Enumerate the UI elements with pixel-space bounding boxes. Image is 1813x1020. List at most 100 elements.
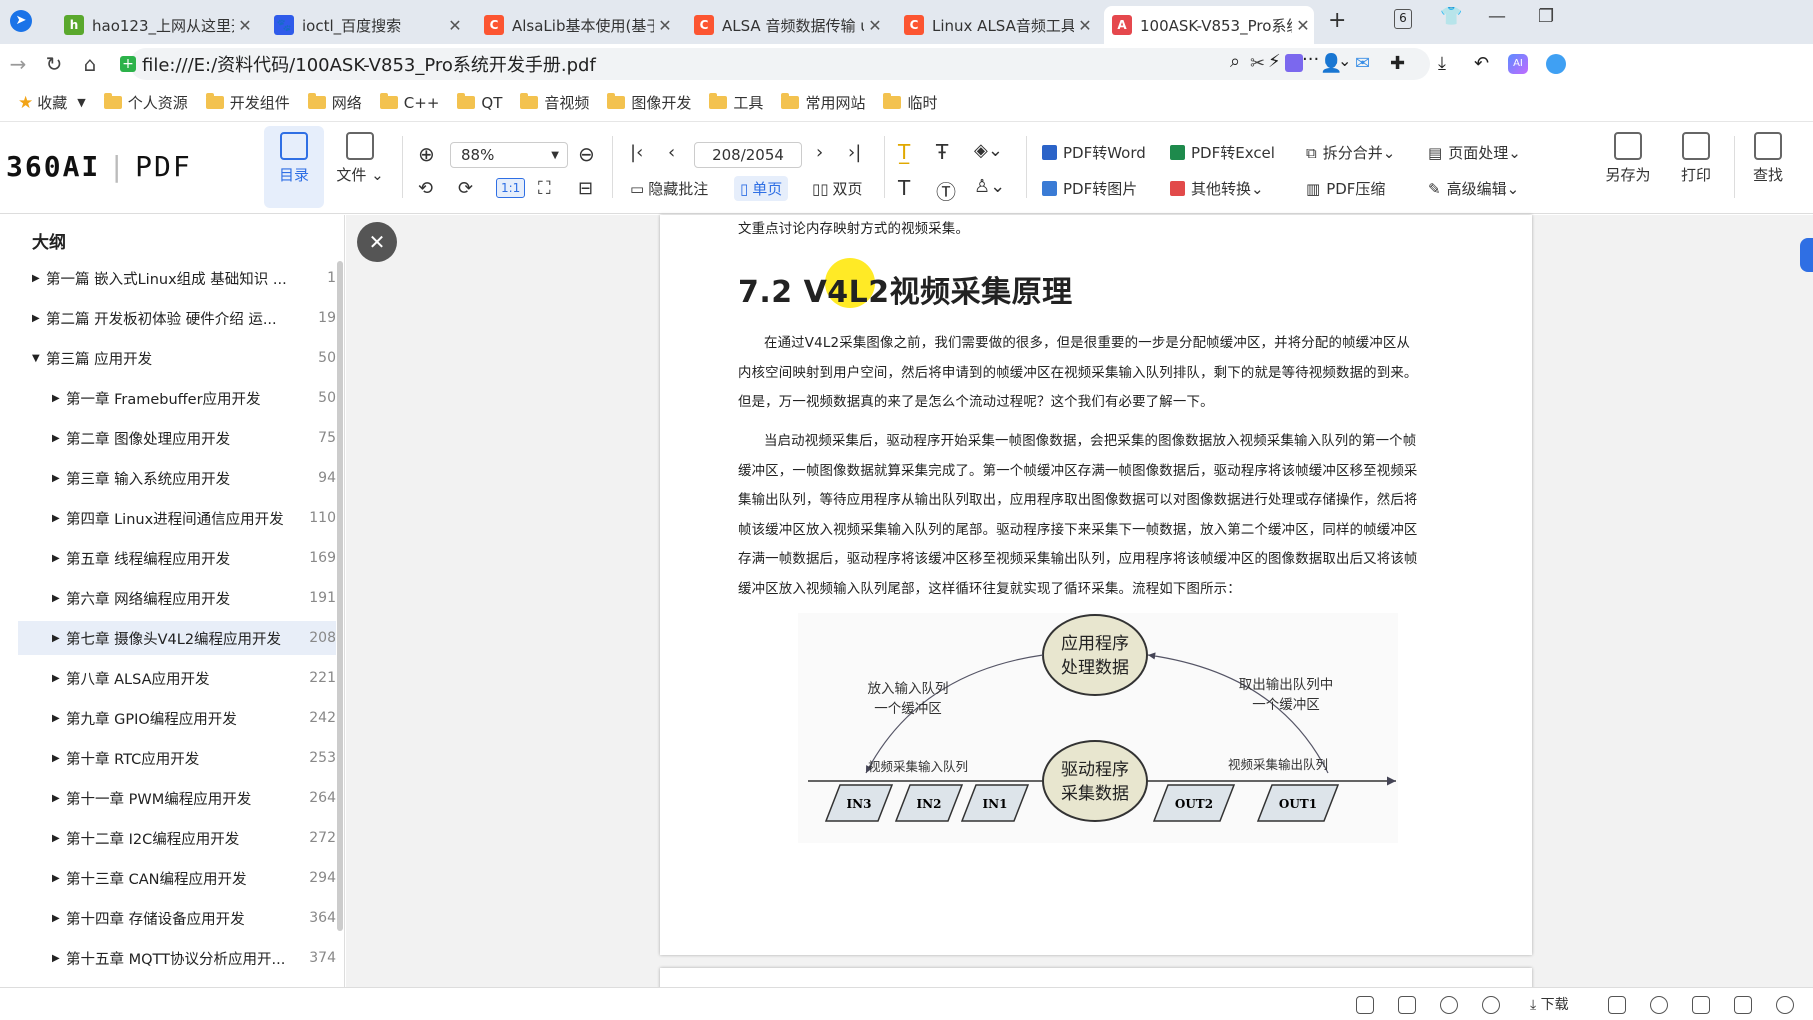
pdf-to-image-button[interactable]: PDF转图片 bbox=[1042, 178, 1137, 199]
split-merge-button[interactable]: ⧉ 拆分合并 ⌄ bbox=[1306, 142, 1395, 163]
caret-right-icon[interactable]: ▶ bbox=[52, 553, 66, 564]
caret-right-icon[interactable]: ▶ bbox=[52, 713, 66, 724]
window-icon[interactable] bbox=[1692, 996, 1710, 1014]
file-button[interactable]: 文件 ⌄ bbox=[330, 126, 390, 185]
caret-down-icon[interactable]: ▼ bbox=[32, 353, 46, 364]
bookmark-folder[interactable]: 网络 bbox=[307, 92, 362, 113]
outline-item[interactable]: ▶ 第一篇 嵌入式Linux组成 基础知识 ... 1 bbox=[0, 261, 336, 295]
scissors-icon[interactable]: ✂ bbox=[1250, 53, 1265, 74]
caret-right-icon[interactable]: ▶ bbox=[52, 873, 66, 884]
maximize-icon[interactable]: ❐ bbox=[1538, 6, 1554, 27]
heart-icon[interactable] bbox=[1440, 996, 1458, 1014]
tab-alsa-transfer[interactable]: C ALSA 音频数据传输 und✕ bbox=[686, 6, 886, 44]
caret-right-icon[interactable]: ▶ bbox=[52, 673, 66, 684]
next-page-icon[interactable]: › bbox=[816, 142, 823, 163]
bookmark-folder[interactable]: 音视频 bbox=[520, 92, 589, 113]
caret-right-icon[interactable]: ▶ bbox=[52, 753, 66, 764]
ai-icon[interactable]: AI bbox=[1508, 54, 1528, 74]
outline-item[interactable]: ▶ 第十四章 存储设备应用开发 364 bbox=[0, 901, 336, 935]
pdf-to-word-button[interactable]: PDF转Word bbox=[1042, 142, 1146, 163]
download-button[interactable]: ⤓ 下载 bbox=[1530, 994, 1569, 1014]
game-icon[interactable] bbox=[1608, 996, 1626, 1014]
double-page-button[interactable]: ▯▯ 双页 bbox=[812, 178, 863, 199]
close-icon[interactable]: ✕ bbox=[1074, 16, 1096, 35]
rocket-icon[interactable] bbox=[1482, 996, 1500, 1014]
page-process-button[interactable]: ▤ 页面处理 ⌄ bbox=[1428, 142, 1521, 163]
strikethrough-icon[interactable]: Ŧ bbox=[936, 140, 948, 164]
advanced-edit-button[interactable]: ✎ 高级编辑 ⌄ bbox=[1428, 178, 1519, 199]
speaker-icon[interactable] bbox=[1734, 996, 1752, 1014]
caret-right-icon[interactable]: ▶ bbox=[32, 313, 46, 324]
first-page-icon[interactable]: |‹ bbox=[630, 142, 643, 163]
outline-item[interactable]: ▶ 第十三章 CAN编程应用开发 294 bbox=[0, 861, 336, 895]
outline-item[interactable]: ▼ 第三篇 应用开发 50 bbox=[0, 341, 336, 375]
rotate-left-icon[interactable]: ⟲ bbox=[418, 178, 433, 199]
single-page-button[interactable]: ▯ 单页 bbox=[734, 176, 789, 201]
bookmark-folder[interactable]: 图像开发 bbox=[607, 92, 691, 113]
bookmark-folder[interactable]: C++ bbox=[379, 93, 439, 112]
other-convert-button[interactable]: 其他转换 ⌄ bbox=[1170, 178, 1264, 199]
tab-pdf[interactable]: A 100ASK-V853_Pro系统 ✕ bbox=[1104, 6, 1314, 44]
more-icon[interactable]: ··· bbox=[1302, 49, 1319, 70]
print-button[interactable]: 打印 bbox=[1666, 126, 1726, 185]
outline-button[interactable]: 目录 bbox=[264, 126, 324, 208]
prev-page-icon[interactable]: ‹ bbox=[668, 142, 675, 163]
caret-right-icon[interactable]: ▶ bbox=[52, 513, 66, 524]
caret-right-icon[interactable]: ▶ bbox=[52, 433, 66, 444]
stamp-icon[interactable]: ♙⌄ bbox=[974, 176, 1005, 197]
outline-item[interactable]: ▶ 第一章 Framebuffer应用开发 50 bbox=[0, 381, 336, 415]
fill-color-icon[interactable]: ◈⌄ bbox=[974, 140, 1003, 161]
new-tab-button[interactable]: + bbox=[1328, 8, 1346, 33]
caret-right-icon[interactable]: ▶ bbox=[52, 473, 66, 484]
outline-item[interactable]: ▶ 第九章 GPIO编程应用开发 242 bbox=[0, 701, 336, 735]
save-as-button[interactable]: 另存为 bbox=[1598, 126, 1658, 185]
caret-right-icon[interactable]: ▶ bbox=[32, 273, 46, 284]
download-icon[interactable]: ⤓ bbox=[1438, 53, 1446, 74]
actual-size-icon[interactable]: 1:1 bbox=[496, 178, 526, 198]
tab-hao123[interactable]: h hao123_上网从这里开始✕ bbox=[56, 6, 256, 44]
close-icon[interactable]: ✕ bbox=[654, 16, 676, 35]
caret-right-icon[interactable]: ▶ bbox=[52, 633, 66, 644]
outline-item[interactable]: ▶ 第四章 Linux进程间通信应用开发 110 bbox=[0, 501, 336, 535]
highlight-text-icon[interactable]: T̲ bbox=[898, 140, 910, 164]
minimize-icon[interactable]: — bbox=[1488, 6, 1506, 27]
tab-alsalib[interactable]: C AlsaLib基本使用(基于1.2✕ bbox=[476, 6, 676, 44]
fit-page-icon[interactable]: ⛶ bbox=[538, 178, 551, 199]
side-tab-indicator[interactable] bbox=[1800, 238, 1813, 272]
zoom-select[interactable]: 88% ▼ bbox=[450, 142, 568, 168]
caret-right-icon[interactable]: ▶ bbox=[52, 833, 66, 844]
bookmark-folder[interactable]: 临时 bbox=[883, 92, 937, 113]
close-icon[interactable]: ✕ bbox=[864, 16, 886, 35]
find-button[interactable]: 查找 bbox=[1738, 126, 1798, 185]
outline-item[interactable]: ▶ 第五章 线程编程应用开发 169 bbox=[0, 541, 336, 575]
outline-item[interactable]: ▶ 第十二章 I2C编程应用开发 272 bbox=[0, 821, 336, 855]
image-icon[interactable] bbox=[1398, 996, 1416, 1014]
outline-item[interactable]: ▶ 第三章 输入系统应用开发 94 bbox=[0, 461, 336, 495]
outline-item[interactable]: ▶ 第二篇 开发板初体验 硬件介绍 运... 19 bbox=[0, 301, 336, 335]
close-icon[interactable]: ✕ bbox=[1292, 16, 1314, 35]
caret-right-icon[interactable]: ▶ bbox=[52, 793, 66, 804]
search-icon[interactable] bbox=[1776, 996, 1794, 1014]
undo-icon[interactable]: ↶ bbox=[1474, 53, 1489, 74]
caret-right-icon[interactable]: ▶ bbox=[52, 393, 66, 404]
close-icon[interactable]: ✕ bbox=[444, 16, 466, 35]
outline-item[interactable]: ▶ 第八章 ALSA应用开发 221 bbox=[0, 661, 336, 695]
shield-icon[interactable] bbox=[1356, 996, 1374, 1014]
sidebar-scrollbar[interactable] bbox=[337, 261, 343, 931]
outline-item[interactable]: ▶ 第六章 网络编程应用开发 191 bbox=[0, 581, 336, 615]
close-sidebar-button[interactable]: ✕ bbox=[357, 222, 397, 262]
bookmark-folder[interactable]: 工具 bbox=[709, 92, 763, 113]
outline-item[interactable]: ▶ 第二章 图像处理应用开发 75 bbox=[0, 421, 336, 455]
bookmark-favorites[interactable]: ★ 收藏 ▼ bbox=[18, 92, 86, 113]
caret-right-icon[interactable]: ▶ bbox=[52, 913, 66, 924]
pdf-to-excel-button[interactable]: PDF转Excel bbox=[1170, 142, 1275, 163]
outline-item[interactable]: ▶ 第十章 RTC应用开发 253 bbox=[0, 741, 336, 775]
bookmark-folder[interactable]: 开发组件 bbox=[205, 92, 290, 113]
lightning-icon[interactable]: ⚡ bbox=[1268, 51, 1281, 72]
reload-icon[interactable]: ↻ bbox=[36, 52, 72, 76]
outline-item[interactable]: ▶ 第十一章 PWM编程应用开发 264 bbox=[0, 781, 336, 815]
tab-baidu[interactable]: 🐾 ioctl_百度搜索 ✕ bbox=[266, 6, 466, 44]
rotate-right-icon[interactable]: ⟳ bbox=[458, 178, 473, 199]
globe-icon[interactable] bbox=[1546, 54, 1566, 74]
text-cursor-icon[interactable]: Ⓣ bbox=[936, 176, 956, 205]
